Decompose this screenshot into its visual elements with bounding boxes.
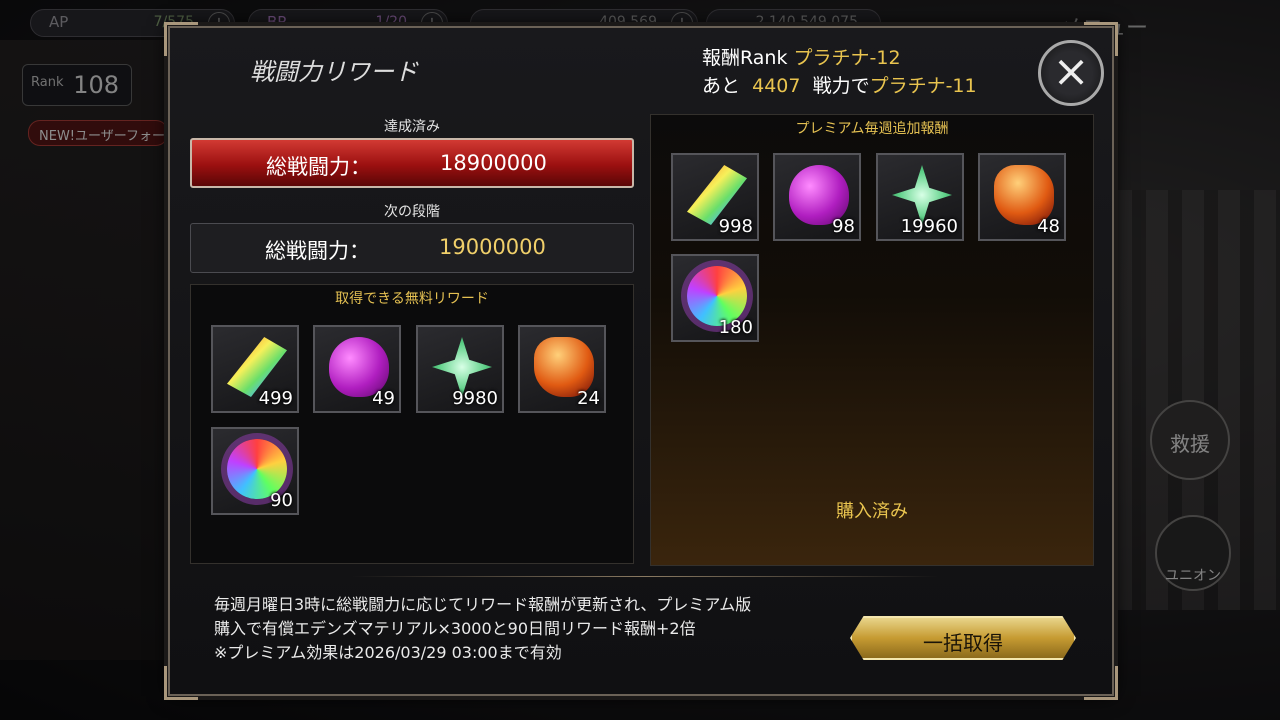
- achieved-power-bar: 総戦闘力： 18900000: [190, 138, 634, 188]
- premium-reward-item[interactable]: 48: [978, 153, 1066, 241]
- item-count: 499: [258, 388, 293, 409]
- reward-rank-value: プラチナ-12: [793, 47, 901, 69]
- next-power-value: 19000000: [439, 235, 546, 259]
- achieved-power-value: 18900000: [440, 151, 547, 175]
- premium-reward-item[interactable]: 998: [671, 153, 759, 241]
- reward-rank-info: 報酬Rank プラチナ-12 あと 4407 戦力でプラチナ-11: [702, 44, 977, 100]
- divider: [350, 576, 940, 577]
- item-count: 9980: [452, 388, 498, 409]
- claim-all-button[interactable]: 一括取得: [850, 616, 1076, 660]
- close-button[interactable]: ×: [1038, 40, 1104, 106]
- free-reward-item[interactable]: 9980: [416, 325, 504, 413]
- description-line: ※プレミアム効果は2026/03/29 03:00まで有効: [214, 643, 562, 662]
- premium-reward-item[interactable]: 19960: [876, 153, 964, 241]
- description-line: 購入で有償エデンズマテリアル×3000と90日間リワード報酬+2倍: [214, 619, 696, 638]
- next-stage-bar: 総戦闘力： 19000000: [190, 223, 634, 273]
- free-rewards-box: 取得できる無料リワード 499 49 9980 24 90: [190, 284, 634, 564]
- next-rank-value: プラチナ-11: [869, 75, 977, 97]
- free-reward-item[interactable]: 90: [211, 427, 299, 515]
- free-reward-item[interactable]: 24: [518, 325, 606, 413]
- reward-rank-label: 報酬Rank: [702, 47, 788, 69]
- ornament-corner-icon: [164, 666, 198, 700]
- free-rewards-title: 取得できる無料リワード: [335, 291, 489, 307]
- next-stage-label: 次の段階: [384, 204, 440, 220]
- item-count: 49: [372, 388, 395, 409]
- item-count: 24: [577, 388, 600, 409]
- next-bar-label: 総戦闘力：: [265, 239, 370, 263]
- free-reward-item[interactable]: 49: [313, 325, 401, 413]
- dialog-title: 戦闘力リワード: [250, 58, 418, 86]
- free-reward-item[interactable]: 499: [211, 325, 299, 413]
- premium-reward-item[interactable]: 180: [671, 254, 759, 342]
- ornament-corner-icon: [164, 22, 198, 56]
- combat-power-reward-dialog: 戦闘力リワード 報酬Rank プラチナ-12 あと 4407 戦力でプラチナ-1…: [164, 22, 1118, 700]
- item-count: 180: [718, 317, 753, 338]
- remaining-mid-text: 戦力で: [812, 75, 870, 97]
- premium-reward-item[interactable]: 98: [773, 153, 861, 241]
- remaining-power-value: 4407: [752, 75, 801, 97]
- achieved-label: 達成済み: [384, 119, 440, 135]
- item-count: 98: [832, 216, 855, 237]
- premium-rewards-box: プレミアム毎週追加報酬 998 98 19960 48 180 購入済み: [650, 114, 1094, 566]
- item-count: 48: [1037, 216, 1060, 237]
- premium-rewards-title: プレミアム毎週追加報酬: [795, 121, 949, 137]
- achieved-bar-label: 総戦闘力：: [266, 155, 371, 179]
- item-count: 998: [718, 216, 753, 237]
- description-line: 毎週月曜日3時に総戦闘力に応じてリワード報酬が更新され、プレミアム版: [214, 595, 752, 614]
- ornament-corner-icon: [1084, 666, 1118, 700]
- purchased-status: 購入済み: [836, 501, 908, 522]
- description-text: 毎週月曜日3時に総戦闘力に応じてリワード報酬が更新され、プレミアム版 購入で有償…: [214, 593, 751, 665]
- item-count: 90: [270, 490, 293, 511]
- remaining-prefix: あと: [702, 75, 741, 97]
- item-count: 19960: [900, 216, 958, 237]
